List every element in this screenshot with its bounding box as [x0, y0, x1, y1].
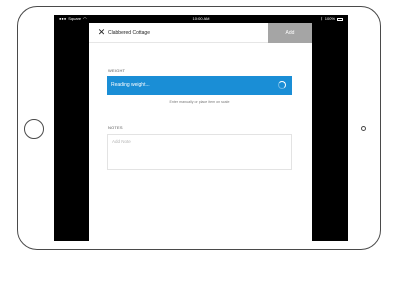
bluetooth-icon: ᛒ	[320, 16, 323, 21]
add-button[interactable]: Add	[268, 23, 312, 43]
battery-percent: 100%	[324, 16, 335, 21]
notes-section-label: NOTES	[108, 125, 123, 130]
status-time: 10:00 AM	[192, 16, 210, 21]
tablet-screen: ●●● Square ◠ 10:00 AM ᛒ 100% ✕ Clabbered…	[54, 15, 348, 241]
status-bar: ●●● Square ◠ 10:00 AM ᛒ 100%	[54, 15, 348, 23]
weight-field[interactable]: Reading weight...	[107, 76, 292, 95]
battery-icon	[337, 17, 343, 21]
status-bar-right: ᛒ 100%	[320, 15, 343, 23]
add-item-sheet: ✕ Clabbered Cottage Add WEIGHT Reading w…	[89, 23, 312, 241]
close-icon[interactable]: ✕	[97, 28, 106, 37]
home-button[interactable]	[24, 119, 44, 139]
front-camera	[361, 126, 366, 131]
weight-section-label: WEIGHT	[108, 68, 126, 73]
loading-spinner-icon	[278, 81, 286, 89]
page-title: Clabbered Cottage	[108, 30, 150, 36]
weight-hint: Enter manually or place item on scale	[169, 100, 230, 104]
sheet-header: ✕ Clabbered Cottage Add	[89, 23, 312, 43]
notes-input[interactable]	[107, 134, 292, 170]
weight-status-text: Reading weight...	[111, 82, 150, 88]
